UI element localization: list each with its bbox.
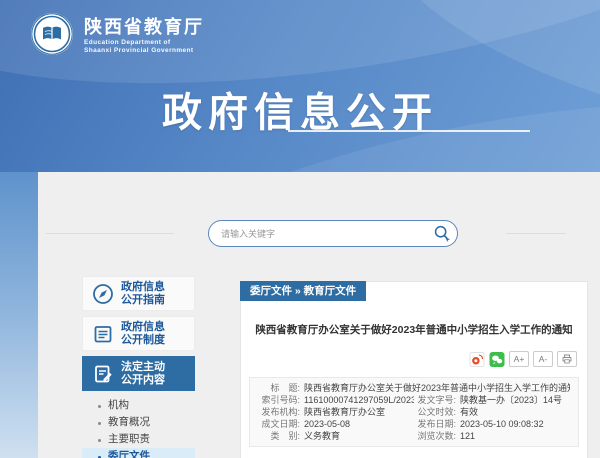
article-card: 委厅文件 » 教育厅文件 陕西省教育厅办公室关于做好2023年普通中小学招生入学… [240, 281, 588, 458]
meta-value: 有效 [460, 406, 478, 418]
search-box [208, 220, 458, 247]
weibo-share-icon[interactable] [469, 352, 485, 367]
document-icon [91, 322, 115, 346]
page: 陕西省教育厅 Education Department of Shaanxi P… [0, 0, 600, 458]
sidebar-item-label: 法定主动 [121, 361, 165, 374]
meta-value: 陕西省教育厅办公室 [304, 406, 385, 418]
meta-value: 2023-05-08 [304, 418, 350, 430]
site-name: 陕西省教育厅 [84, 13, 204, 39]
sidebar-item-statutory-disclosure[interactable]: 法定主动 公开内容 [82, 356, 195, 391]
site-name-en-line2: Shaanxi Provincial Government [84, 47, 204, 55]
clipboard-icon [91, 362, 115, 386]
meta-label: 公文时效: [414, 406, 456, 418]
document-title: 陕西省教育厅办公室关于做好2023年普通中小学招生入学工作的通知 [241, 322, 587, 337]
compass-icon [91, 282, 115, 306]
banner: 陕西省教育厅 Education Department of Shaanxi P… [0, 0, 600, 172]
site-logo[interactable]: 陕西省教育厅 Education Department of Shaanxi P… [30, 12, 204, 56]
meta-value: 陕西省教育厅办公室关于做好2023年普通中小学招生入学工作的通知 [304, 382, 570, 394]
site-title-block: 陕西省教育厅 Education Department of Shaanxi P… [84, 13, 204, 55]
wechat-share-icon[interactable] [489, 352, 505, 367]
meta-label: 发文字号: [414, 394, 456, 406]
meta-row-title: 标 题: 陕西省教育厅办公室关于做好2023年普通中小学招生入学工作的通知 [258, 382, 570, 394]
sidebar-item-label: 政府信息 [121, 321, 165, 334]
divider-line [46, 233, 174, 234]
meta-label: 类 别: [258, 430, 300, 442]
meta-label: 发布日期: [414, 418, 456, 430]
print-button[interactable] [557, 351, 577, 367]
meta-label: 成文日期: [258, 418, 300, 430]
breadcrumb[interactable]: 委厅文件 » 教育厅文件 [240, 281, 366, 301]
search-input[interactable] [209, 229, 427, 239]
sidebar-item-disclosure-guide[interactable]: 政府信息 公开指南 [82, 276, 195, 311]
meta-value: 2023-05-10 09:08:32 [460, 418, 544, 430]
meta-value: 陕教基一办〔2023〕14号 [460, 394, 562, 406]
meta-row-dates: 成文日期: 2023-05-08 发布日期: 2023-05-10 09:08:… [258, 418, 570, 430]
meta-row-category: 类 别: 义务教育 浏览次数: 121 [258, 430, 570, 442]
print-icon [561, 353, 573, 365]
document-meta-table: 标 题: 陕西省教育厅办公室关于做好2023年普通中小学招生入学工作的通知 索引… [249, 377, 579, 447]
seal-logo-icon [30, 12, 74, 56]
sidebar-subitem-organization[interactable]: 机构 [82, 397, 195, 414]
font-decrease-button[interactable]: A- [533, 351, 553, 367]
sidebar-subitem-main-duties[interactable]: 主要职责 [82, 431, 195, 448]
search-icon [432, 224, 452, 244]
site-name-en-line1: Education Department of [84, 39, 204, 47]
sidebar-item-label: 公开制度 [121, 334, 165, 347]
meta-label: 浏览次数: [414, 430, 456, 442]
font-increase-button[interactable]: A+ [509, 351, 529, 367]
sidebar-item-label: 政府信息 [121, 281, 165, 294]
meta-row-index: 索引号码: 11610000741297059L/2023-087 发文字号: … [258, 394, 570, 406]
sidebar-subitem-department-documents[interactable]: 委厅文件 [82, 448, 195, 458]
meta-label: 索引号码: [258, 394, 300, 406]
meta-value: 121 [460, 430, 475, 442]
sidebar-item-disclosure-system[interactable]: 政府信息 公开制度 [82, 316, 195, 351]
title-underline [288, 130, 530, 132]
meta-row-agency: 发布机构: 陕西省教育厅办公室 公文时效: 有效 [258, 406, 570, 418]
sidebar-item-label: 公开内容 [121, 374, 165, 387]
content-panel: 政府信息 公开指南 政府信息 公开制度 [38, 172, 600, 458]
sidebar-subitem-education-overview[interactable]: 教育概况 [82, 414, 195, 431]
divider-line [506, 233, 566, 234]
sidebar-subnav: 机构 教育概况 主要职责 委厅文件 [82, 397, 195, 458]
meta-label: 发布机构: [258, 406, 300, 418]
toolbar: A+ A- [241, 351, 587, 367]
meta-value: 11610000741297059L/2023-087 [304, 394, 414, 406]
meta-value: 义务教育 [304, 430, 340, 442]
sidebar: 政府信息 公开指南 政府信息 公开制度 [82, 276, 195, 458]
search-button[interactable] [427, 220, 457, 247]
meta-label: 标 题: [258, 382, 300, 394]
sidebar-item-label: 公开指南 [121, 294, 165, 307]
